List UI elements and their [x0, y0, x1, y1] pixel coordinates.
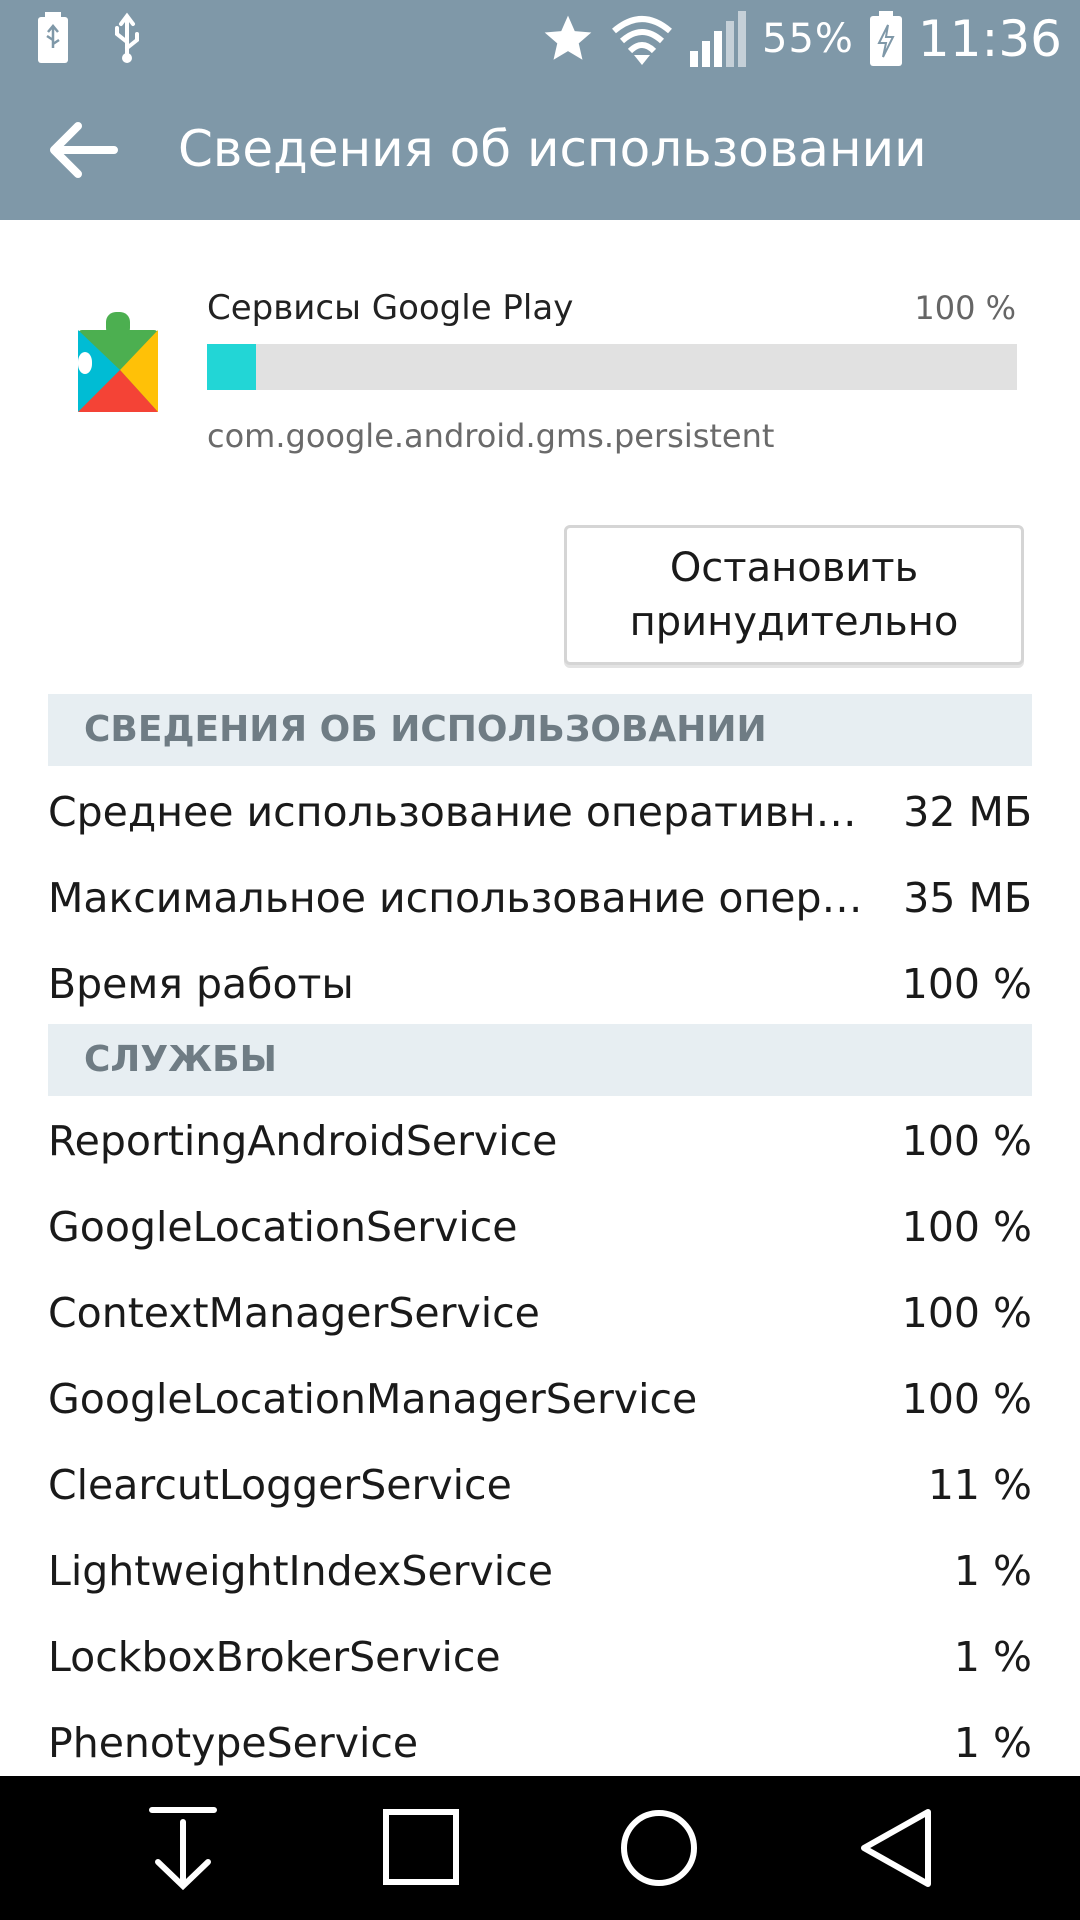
list-item[interactable]: LightweightIndexService 1 % — [48, 1528, 1032, 1614]
row-value: 1 % — [953, 1633, 1032, 1681]
force-stop-label-line2: принудительно — [629, 599, 959, 645]
row-value: 35 МБ — [903, 874, 1032, 922]
notification-pull-button[interactable] — [128, 1806, 238, 1892]
arrow-back-icon — [50, 122, 118, 178]
list-item[interactable]: LockboxBrokerService 1 % — [48, 1614, 1032, 1700]
row-label: PhenotypeService — [48, 1719, 419, 1767]
row-value: 100 % — [901, 1117, 1032, 1165]
app-bar: Сведения об использовании — [0, 78, 1080, 220]
nav-back-button[interactable] — [842, 1806, 952, 1892]
app-name: Сервисы Google Play — [207, 288, 574, 328]
force-stop-label-line1: Остановить — [669, 545, 919, 591]
list-item[interactable]: Максимальное использование оперативной п… — [48, 855, 1032, 941]
row-value: 100 % — [901, 1203, 1032, 1251]
row-value: 1 % — [953, 1719, 1032, 1767]
list-item[interactable]: Среднее использование оперативной памяти… — [48, 769, 1032, 855]
star-icon — [544, 15, 592, 60]
back-triangle-icon — [861, 1809, 931, 1887]
row-label: GoogleLocationManagerService — [48, 1375, 698, 1423]
row-value: 1 % — [953, 1547, 1032, 1595]
home-button[interactable] — [604, 1806, 714, 1892]
row-value: 100 % — [901, 1375, 1032, 1423]
battery-percent: 55% — [762, 16, 854, 62]
app-usage-percent: 100 % — [914, 289, 1016, 327]
list-item[interactable]: Время работы 100 % — [48, 941, 1032, 1027]
usage-progress-bar — [207, 344, 1017, 390]
list-item[interactable]: ClearcutLoggerService 11 % — [48, 1442, 1032, 1528]
list-item[interactable]: GoogleLocationManagerService 100 % — [48, 1356, 1032, 1442]
recents-square-icon — [383, 1809, 459, 1885]
section-header-services: СЛУЖБЫ — [48, 1024, 1032, 1096]
row-label: ContextManagerService — [48, 1289, 540, 1337]
row-value: 100 % — [901, 1289, 1032, 1337]
battery-usb-icon — [38, 12, 68, 63]
force-stop-button[interactable]: Остановить принудительно — [564, 525, 1024, 665]
row-value: 32 МБ — [903, 788, 1032, 836]
usb-icon — [115, 12, 139, 63]
list-item[interactable]: PhenotypeService 1 % — [48, 1700, 1032, 1786]
section-header-usage: СВЕДЕНИЯ ОБ ИСПОЛЬЗОВАНИИ — [48, 694, 1032, 766]
row-label: Время работы — [48, 960, 354, 1008]
row-label: ClearcutLoggerService — [48, 1461, 512, 1509]
list-item[interactable]: GoogleLocationService 100 % — [48, 1184, 1032, 1270]
recents-button[interactable] — [366, 1806, 476, 1892]
navigation-bar — [0, 1776, 1080, 1920]
row-label: ReportingAndroidService — [48, 1117, 558, 1165]
row-value: 100 % — [901, 960, 1032, 1008]
download-arrow-icon — [149, 1807, 217, 1891]
signal-icon — [690, 11, 746, 67]
list-item[interactable]: ReportingAndroidService 100 % — [48, 1098, 1032, 1184]
row-label: GoogleLocationService — [48, 1203, 518, 1251]
page-title: Сведения об использовании — [178, 120, 927, 178]
wifi-icon — [612, 16, 672, 65]
usage-progress-fill — [207, 344, 256, 390]
row-value: 11 % — [927, 1461, 1032, 1509]
row-label: LockboxBrokerService — [48, 1633, 501, 1681]
google-play-services-icon — [78, 312, 158, 412]
row-label: Максимальное использование оперативной п… — [48, 874, 879, 922]
status-bar: 55% 11:36 — [0, 0, 1080, 78]
app-package-name: com.google.android.gms.persistent — [207, 417, 775, 455]
back-button[interactable] — [44, 118, 120, 182]
row-label: Среднее использование оперативной памяти — [48, 788, 879, 836]
row-label: LightweightIndexService — [48, 1547, 553, 1595]
list-item[interactable]: ContextManagerService 100 % — [48, 1270, 1032, 1356]
home-circle-icon — [621, 1810, 697, 1886]
battery-charging-icon — [869, 11, 902, 66]
clock: 11:36 — [917, 10, 1062, 68]
